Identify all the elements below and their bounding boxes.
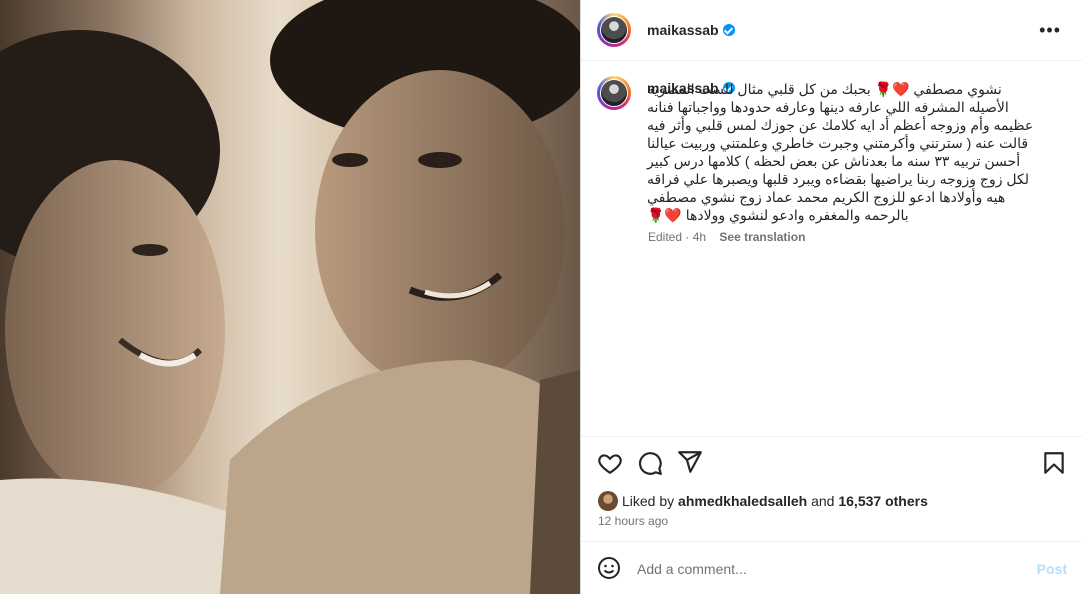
- post-details-panel: maikassab ••• maikassab نشوي مصطفي ❤️🌹 ب…: [580, 0, 1082, 594]
- more-icon[interactable]: •••: [1039, 21, 1061, 39]
- verified-icon: [722, 24, 735, 36]
- comment-input[interactable]: Add a comment...: [637, 561, 747, 577]
- bookmark-icon[interactable]: [1041, 450, 1067, 476]
- liked-by-and: and: [811, 493, 835, 509]
- see-translation-link[interactable]: See translation: [719, 230, 805, 244]
- header-username[interactable]: maikassab: [647, 22, 719, 38]
- emoji-icon[interactable]: [597, 556, 621, 580]
- liked-by-user[interactable]: ahmedkhaledsalleh: [678, 493, 807, 509]
- avatar[interactable]: [597, 13, 631, 47]
- post-header: maikassab •••: [581, 0, 1082, 61]
- share-icon[interactable]: [677, 449, 703, 475]
- liked-by-prefix: Liked by: [622, 493, 675, 509]
- post-photo-drawing: [0, 0, 580, 594]
- post-comment-button[interactable]: Post: [1037, 561, 1067, 577]
- caption-avatar[interactable]: [597, 76, 631, 110]
- action-bar: [581, 436, 1082, 487]
- comment-bar: Add a comment... Post: [581, 541, 1082, 595]
- caption-text: نشوي مصطفي ❤️🌹 بحبك من كل قلبي مثال للست…: [643, 81, 1034, 223]
- post-timestamp[interactable]: 12 hours ago: [598, 514, 668, 528]
- heart-icon[interactable]: [597, 450, 623, 476]
- post-photo[interactable]: [0, 0, 580, 594]
- likes-others-count[interactable]: 16,537 others: [838, 493, 928, 509]
- liker-avatar: [598, 491, 618, 511]
- caption-meta: Edited · 4h See translation: [648, 230, 805, 244]
- comment-icon[interactable]: [637, 450, 663, 476]
- edited-time: Edited · 4h: [648, 230, 707, 244]
